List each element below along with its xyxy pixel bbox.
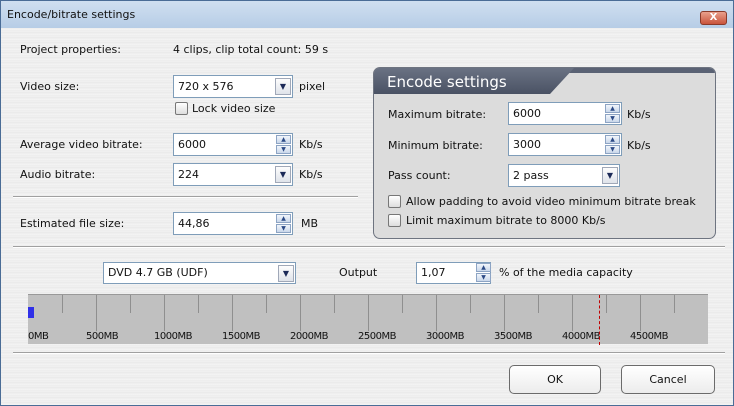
- min-bitrate-value: 3000: [513, 138, 541, 151]
- video-size-value: 720 x 576: [178, 80, 234, 93]
- encode-bitrate-dialog: Encode/bitrate settings X Project proper…: [0, 0, 734, 406]
- disc-usage-gauge: 0MB 500MB 1000MB 1500MB 2000MB 2500MB 3000MB 35…: [28, 294, 708, 345]
- gauge-capacity-limit-line: [599, 295, 601, 345]
- project-properties-value: 4 clips, clip total count: 59 s: [173, 43, 329, 56]
- file-size-label: Estimated file size:: [20, 217, 125, 230]
- divider: [13, 246, 725, 248]
- window-title: Encode/bitrate settings: [7, 8, 136, 21]
- gauge-tick: [198, 295, 199, 313]
- max-bitrate-value: 6000: [513, 107, 541, 120]
- max-bitrate-label: Maximum bitrate:: [388, 108, 487, 121]
- capacity-label: % of the media capacity: [499, 266, 633, 279]
- min-bitrate-spinner[interactable]: 3000 ▲ ▼: [508, 133, 622, 156]
- gauge-tick: [436, 295, 437, 331]
- pass-count-combo[interactable]: 2 pass ▼: [508, 164, 620, 187]
- spin-up-icon[interactable]: ▲: [476, 263, 491, 272]
- gauge-tick-label: 3500MB: [494, 331, 532, 342]
- allow-padding-label: Allow padding to avoid video minimum bit…: [406, 195, 696, 208]
- cancel-button[interactable]: Cancel: [621, 365, 715, 394]
- gauge-used-fill: [28, 307, 35, 318]
- gauge-tick-label: 2500MB: [358, 331, 396, 342]
- encode-settings-header: Encode settings: [374, 68, 574, 94]
- file-size-spinner[interactable]: 44,86 ▲ ▼: [173, 212, 293, 235]
- encode-settings-panel: Encode settings Maximum bitrate: 6000 ▲ ▼ …: [373, 67, 716, 239]
- gauge-tick-label: 4500MB: [630, 331, 668, 342]
- media-type-value: DVD 4.7 GB (UDF): [108, 266, 208, 279]
- audio-bitrate-label: Audio bitrate:: [20, 168, 96, 181]
- project-properties-label: Project properties:: [20, 43, 121, 56]
- audio-bitrate-value: 224: [178, 168, 199, 181]
- gauge-tick: [96, 295, 97, 331]
- video-size-combo[interactable]: 720 x 576 ▼: [173, 75, 293, 98]
- allow-padding-checkbox[interactable]: [388, 195, 401, 208]
- ok-button[interactable]: OK: [509, 365, 601, 394]
- gauge-tick-label: 1500MB: [222, 331, 260, 342]
- close-button[interactable]: X: [700, 11, 727, 25]
- spin-down-icon[interactable]: ▼: [476, 273, 491, 282]
- spin-down-icon[interactable]: ▼: [605, 145, 620, 154]
- encode-settings-title: Encode settings: [387, 73, 507, 91]
- spin-down-icon[interactable]: ▼: [605, 114, 620, 123]
- spin-up-icon[interactable]: ▲: [276, 135, 291, 144]
- pass-count-label: Pass count:: [388, 169, 451, 182]
- gauge-tick: [300, 295, 301, 331]
- min-bitrate-unit: Kb/s: [627, 139, 651, 152]
- gauge-tick: [606, 295, 607, 313]
- gauge-tick: [674, 295, 675, 313]
- divider: [13, 352, 725, 354]
- gauge-tick-label: 1000MB: [154, 331, 192, 342]
- file-size-value: 44,86: [178, 217, 210, 230]
- gauge-tick: [62, 295, 63, 313]
- lock-video-size-label: Lock video size: [192, 102, 276, 115]
- gauge-tick-label: 2000MB: [290, 331, 328, 342]
- output-spinner[interactable]: 1,07 ▲ ▼: [416, 262, 491, 284]
- max-bitrate-unit: Kb/s: [627, 108, 651, 121]
- max-bitrate-spinner[interactable]: 6000 ▲ ▼: [508, 102, 622, 125]
- gauge-tick: [470, 295, 471, 313]
- video-size-label: Video size:: [20, 80, 80, 93]
- gauge-tick: [504, 295, 505, 331]
- chevron-down-icon[interactable]: ▼: [275, 166, 291, 183]
- audio-bitrate-unit: Kb/s: [299, 168, 323, 181]
- gauge-tick: [368, 295, 369, 331]
- video-size-unit: pixel: [299, 80, 326, 93]
- divider: [13, 196, 358, 198]
- limit-max-bitrate-checkbox[interactable]: [388, 214, 401, 227]
- title-bar: Encode/bitrate settings X: [1, 1, 733, 28]
- avg-bitrate-value: 6000: [178, 138, 206, 151]
- spin-up-icon[interactable]: ▲: [276, 214, 291, 223]
- audio-bitrate-combo[interactable]: 224 ▼: [173, 163, 293, 186]
- gauge-tick-label: 3000MB: [426, 331, 464, 342]
- gauge-tick: [164, 295, 165, 331]
- chevron-down-icon[interactable]: ▼: [602, 167, 618, 184]
- output-value: 1,07: [421, 266, 446, 279]
- spin-up-icon[interactable]: ▲: [605, 104, 620, 113]
- file-size-unit: MB: [301, 217, 319, 230]
- chevron-down-icon[interactable]: ▼: [278, 265, 294, 282]
- gauge-tick: [538, 295, 539, 313]
- spin-up-icon[interactable]: ▲: [605, 135, 620, 144]
- gauge-tick: [266, 295, 267, 313]
- gauge-tick-label: 0MB: [28, 331, 49, 342]
- lock-video-size-checkbox[interactable]: [175, 102, 188, 115]
- pass-count-value: 2 pass: [513, 169, 549, 182]
- gauge-tick: [572, 295, 573, 331]
- min-bitrate-label: Minimum bitrate:: [388, 139, 483, 152]
- spin-down-icon[interactable]: ▼: [276, 224, 291, 233]
- gauge-tick: [130, 295, 131, 313]
- avg-bitrate-unit: Kb/s: [299, 138, 323, 151]
- gauge-tick-label: 4000MB: [562, 331, 600, 342]
- media-type-combo[interactable]: DVD 4.7 GB (UDF) ▼: [103, 262, 296, 284]
- avg-bitrate-spinner[interactable]: 6000 ▲ ▼: [173, 133, 293, 156]
- output-label: Output: [339, 266, 378, 279]
- gauge-tick: [232, 295, 233, 331]
- gauge-tick: [402, 295, 403, 313]
- gauge-tick: [334, 295, 335, 313]
- gauge-tick: [640, 295, 641, 331]
- chevron-down-icon[interactable]: ▼: [275, 78, 291, 95]
- avg-bitrate-label: Average video bitrate:: [20, 138, 143, 151]
- gauge-tick-label: 500MB: [86, 331, 119, 342]
- limit-max-bitrate-label: Limit maximum bitrate to 8000 Kb/s: [406, 214, 606, 227]
- spin-down-icon[interactable]: ▼: [276, 145, 291, 154]
